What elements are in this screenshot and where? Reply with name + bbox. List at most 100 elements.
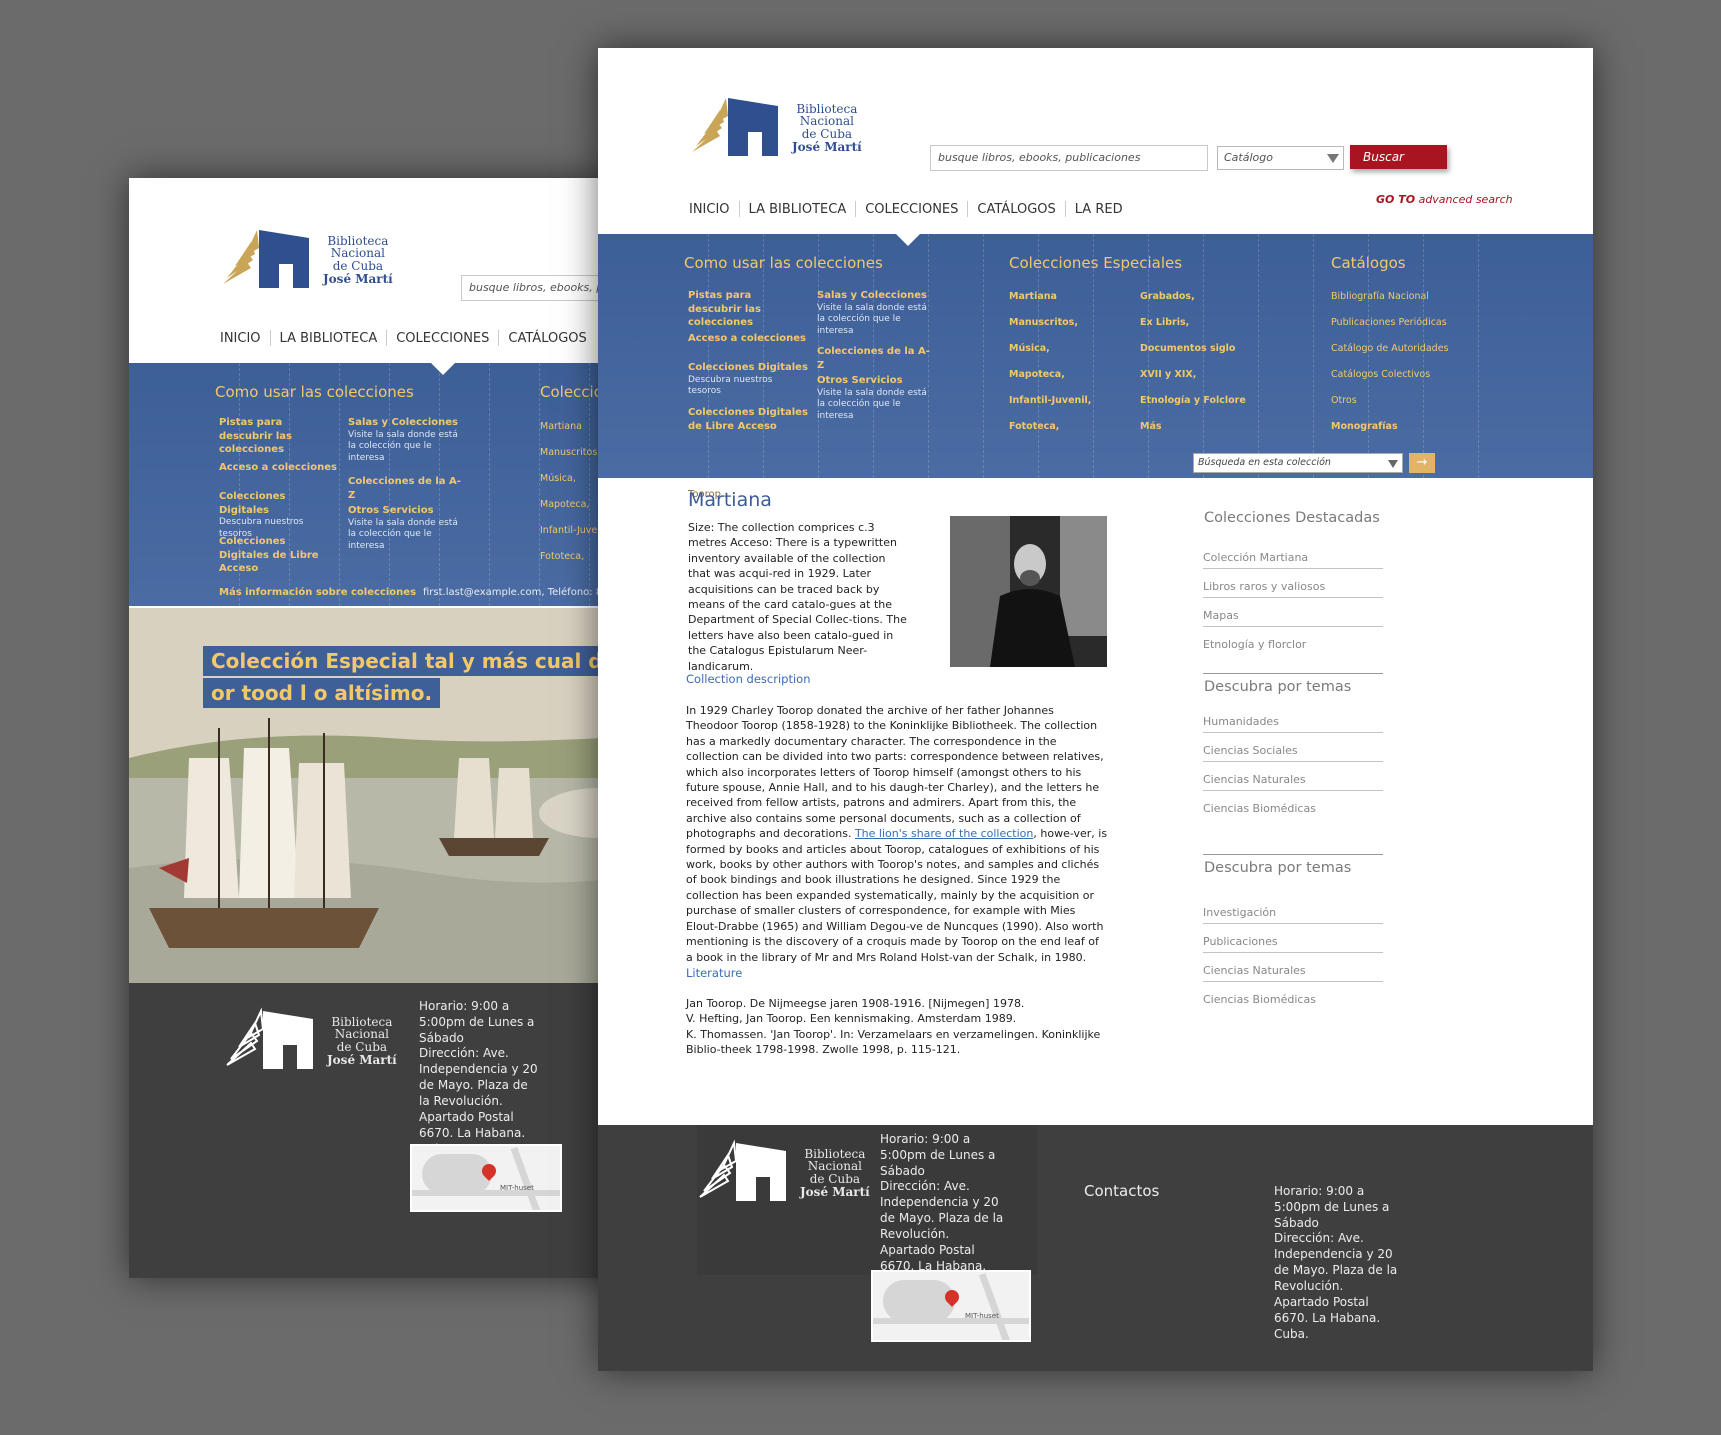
sidebar-item[interactable]: Ciencias Biomédicas	[1203, 802, 1383, 819]
sidebar-item[interactable]: Etnología y florclor	[1203, 638, 1383, 655]
nav-item-inicio[interactable]: INICIO	[211, 331, 270, 346]
menu-link-special[interactable]: Mapoteca,	[540, 499, 590, 510]
menu-link-special[interactable]: Grabados,	[1140, 291, 1195, 304]
menu-link-special[interactable]: Música,	[1009, 343, 1050, 356]
footer-logo[interactable]: Biblioteca Nacional de Cuba José Martí	[221, 1005, 397, 1077]
library-logo-white-icon	[226, 1007, 313, 1069]
sidebar-item[interactable]: Investigación	[1203, 906, 1383, 924]
nav-item-catalogos[interactable]: CATÁLOGOS	[968, 202, 1064, 217]
menu-link-catalog[interactable]: Publicaciones Periódicas	[1331, 317, 1447, 328]
nav-item-inicio[interactable]: INICIO	[680, 202, 739, 217]
sidebar-item[interactable]: Ciencias Naturales	[1203, 964, 1383, 982]
logo-wordmark: Biblioteca Nacional de Cuba José Martí	[800, 1146, 870, 1199]
nav-item-la-red[interactable]: LA RED	[1066, 202, 1132, 217]
logo-wordmark: Biblioteca Nacional de Cuba José Martí	[792, 101, 862, 154]
collection-search-select[interactable]: Búsqueda en esta colección	[1193, 453, 1403, 473]
nav-item-la-biblioteca[interactable]: LA BIBLIOTECA	[740, 202, 856, 217]
menu-link-special[interactable]: Manuscritos	[540, 447, 597, 458]
portrait-photo	[950, 516, 1107, 667]
sidebar-item[interactable]: Humanidades	[1203, 715, 1383, 733]
menu-heading-how: Como usar las colecciones	[684, 254, 883, 272]
menu-link-catalog[interactable]: Monografías	[1331, 421, 1398, 434]
site-logo[interactable]: Biblioteca Nacional de Cuba José Martí	[217, 224, 393, 296]
menu-link-otros[interactable]: Otros Servicios Visite la sala donde está…	[817, 374, 935, 423]
menu-link-special[interactable]: Etnología y Folclore	[1140, 395, 1246, 408]
search-button[interactable]: Buscar	[1350, 145, 1447, 169]
footer: Biblioteca Nacional de Cuba José Martí Hora…	[598, 1125, 1593, 1371]
footer-logo[interactable]: Biblioteca Nacional de Cuba José Martí	[694, 1137, 870, 1209]
menu-link-catalog[interactable]: Bibliografía Nacional	[1331, 291, 1429, 302]
collection-search-go-button[interactable]: →	[1409, 453, 1435, 473]
menu-link-salas[interactable]: Salas y Colecciones Visite la sala donde …	[348, 416, 466, 465]
menu-link-acceso[interactable]: Acceso a colecciones	[688, 332, 808, 346]
location-map[interactable]: MIT-huset	[410, 1144, 562, 1212]
nav-item-colecciones[interactable]: COLECCIONES	[856, 202, 967, 217]
menu-link-special[interactable]: Fototeca,	[1009, 421, 1059, 434]
literature-list: Jan Toorop. De Nijmeegse jaren 1908-1916…	[686, 996, 1116, 1058]
menu-link-digitales[interactable]: Colecciones Digitales Descubra nuestros t…	[688, 361, 808, 398]
catalog-select[interactable]: Catálogo	[1217, 146, 1344, 170]
chevron-down-icon	[1388, 460, 1398, 468]
sidebar-heading-featured: Colecciones Destacadas	[1204, 510, 1380, 526]
literature-item: Jan Toorop. De Nijmeegse jaren 1908-1916…	[686, 997, 1025, 1010]
sidebar-item[interactable]: Publicaciones	[1203, 935, 1383, 953]
menu-link-digitales[interactable]: Colecciones Digitales Descubra nuestros t…	[219, 490, 337, 540]
sidebar-item[interactable]: Mapas	[1203, 609, 1383, 627]
menu-link-libre-acceso[interactable]: Colecciones Digitales de Libre Acceso	[219, 535, 337, 576]
advanced-search-link[interactable]: GO TO advanced search	[1376, 193, 1513, 206]
menu-link-special[interactable]: Fototeca,	[540, 551, 584, 562]
menu-heading-how: Como usar las colecciones	[215, 383, 414, 401]
nav-item-la-biblioteca[interactable]: LA BIBLIOTECA	[271, 331, 387, 346]
nav-item-catalogos[interactable]: CATÁLOGOS	[499, 331, 595, 346]
menu-link-special[interactable]: Martiana	[1009, 291, 1057, 304]
menu-link-catalog[interactable]: Catálogo de Autoridades	[1331, 343, 1449, 354]
search-input[interactable]: busque libros, ebooks, publicaciones	[930, 145, 1208, 171]
menu-link-special[interactable]: Manuscritos,	[1009, 317, 1078, 330]
sidebar-item[interactable]: Ciencias Sociales	[1203, 744, 1383, 762]
menu-link-a-z[interactable]: Colecciones de la A-Z	[817, 345, 935, 372]
hero-caption-line2: or tood l o altísimo.	[203, 678, 441, 708]
collection-description-heading: Collection description	[686, 672, 811, 686]
menu-link-special[interactable]: Ex Libris,	[1140, 317, 1189, 330]
location-map[interactable]: MIT-huset	[871, 1270, 1031, 1342]
library-logo-icon	[223, 230, 309, 288]
menu-link-special[interactable]: Más	[1140, 421, 1162, 434]
menu-link-catalog[interactable]: Otros	[1331, 395, 1357, 406]
article-intro: Size: The collection comprices c.3 metre…	[688, 521, 907, 673]
menu-link-salas[interactable]: Salas y Colecciones Visite la sala donde …	[817, 289, 935, 338]
menu-link-libre-acceso[interactable]: Colecciones Digitales de Libre Acceso	[688, 406, 808, 433]
nav-item-colecciones[interactable]: COLECCIONES	[387, 331, 498, 346]
library-logo-icon	[692, 98, 778, 156]
menu-link-catalog[interactable]: Catálogos Colectivos	[1331, 369, 1430, 380]
footer-contacts-heading: Contactos	[1084, 1182, 1160, 1200]
menu-link-special[interactable]: Infantil-Juvenil,	[1009, 395, 1091, 408]
menu-link-special[interactable]: Música,	[540, 473, 576, 484]
menu-link-pistas[interactable]: Pistas para descubrir las colecciones	[219, 416, 337, 457]
menu-link-special[interactable]: Documentos siglo	[1140, 343, 1235, 356]
sidebar-item[interactable]: Ciencias Biomédicas	[1203, 993, 1383, 1010]
sidebar-item[interactable]: Libros raros y valiosos	[1203, 580, 1383, 598]
menu-link-special[interactable]: Infantil-Juve	[540, 525, 597, 536]
footer-hours-2: Horario: 9:00 a 5:00pm de Lunes a Sábado	[1274, 1184, 1390, 1230]
sidebar-heading-topics-2: Descubra por temas	[1204, 860, 1352, 876]
menu-link-special[interactable]: Martiana	[540, 421, 582, 432]
sidebar-item[interactable]: Colección Martiana	[1203, 551, 1383, 569]
mega-menu: Como usar las colecciones Colecciones Es…	[598, 234, 1593, 478]
nav-pointer	[896, 234, 920, 246]
literature-heading: Literature	[686, 966, 743, 980]
footer-hours: Horario: 9:00 a 5:00pm de Lunes a Sábado	[880, 1132, 996, 1178]
menu-link-otros[interactable]: Otros Servicios Visite la sala donde está…	[348, 504, 466, 553]
menu-link-acceso[interactable]: Acceso a colecciones	[219, 461, 337, 475]
menu-link-a-z[interactable]: Colecciones de la A-Z	[348, 475, 466, 502]
menu-link-pistas[interactable]: Pistas para descubrir las colecciones	[688, 289, 808, 330]
sidebar-divider	[1203, 854, 1383, 855]
lions-share-link[interactable]: The lion's share of the collection	[855, 827, 1033, 840]
main-nav: INICIO LA BIBLIOTECA COLECCIONES CATÁLOG…	[680, 201, 1132, 217]
chevron-down-icon	[1327, 154, 1339, 163]
sidebar-divider	[1203, 673, 1383, 674]
menu-link-special[interactable]: Mapoteca,	[1009, 369, 1065, 382]
arrow-right-icon: →	[1416, 455, 1428, 470]
site-logo[interactable]: Biblioteca Nacional de Cuba José Martí	[686, 92, 862, 164]
sidebar-item[interactable]: Ciencias Naturales	[1203, 773, 1383, 791]
menu-link-special[interactable]: XVII y XIX,	[1140, 369, 1196, 382]
